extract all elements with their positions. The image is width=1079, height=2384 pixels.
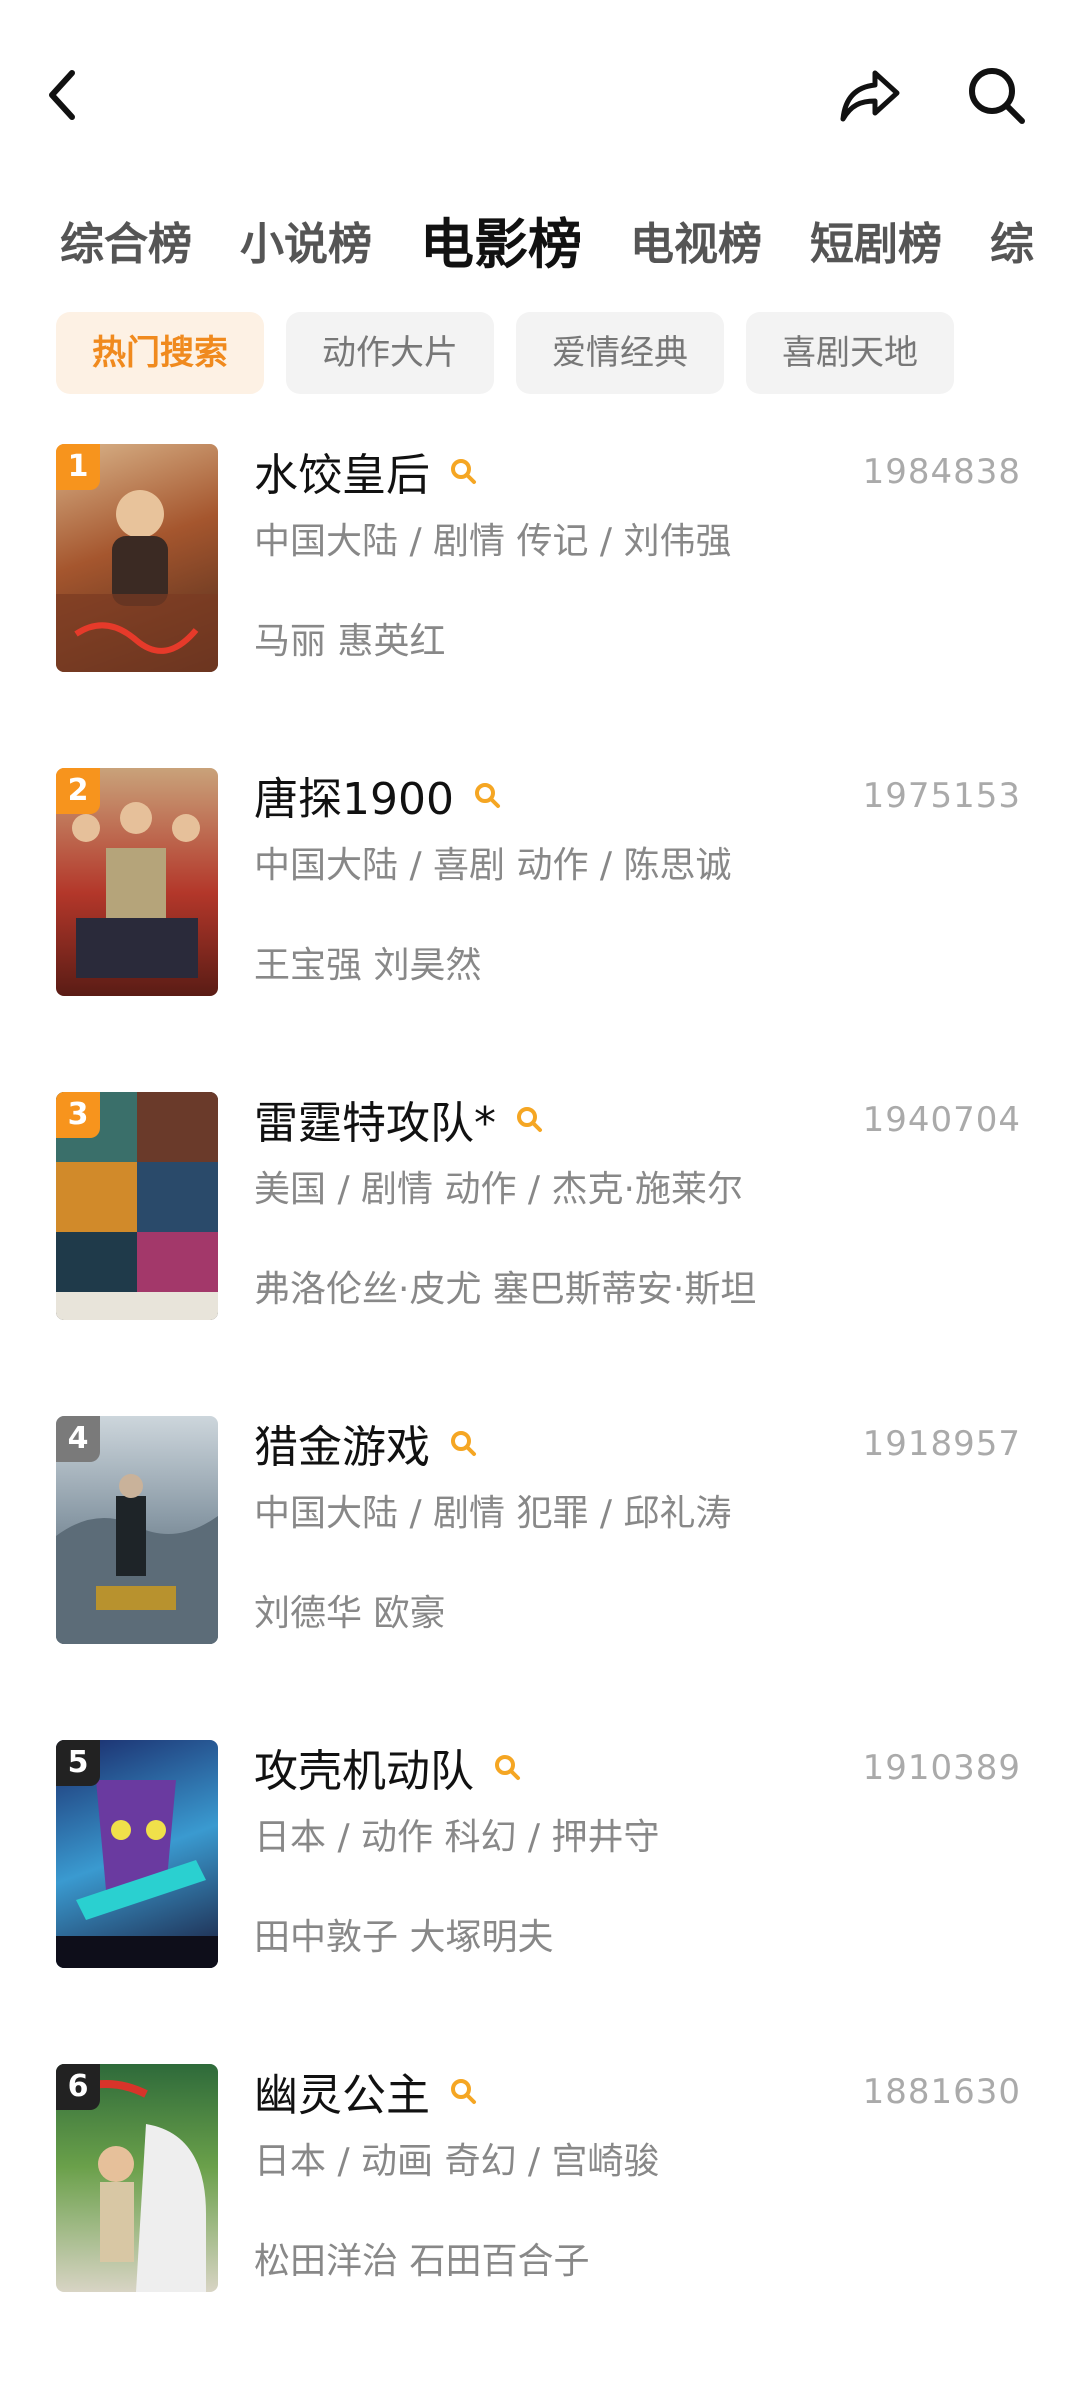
chevron-left-icon [49, 70, 75, 120]
rank-badge: 2 [56, 768, 100, 814]
movie-cast: 马丽 惠英红 [254, 621, 446, 662]
movie-cast: 弗洛伦丝·皮尤 塞巴斯蒂安·斯坦 [254, 1269, 757, 1310]
search-count: 1918957 [862, 1424, 1021, 1464]
share-arrow-icon [840, 70, 900, 122]
search-count: 1984838 [862, 452, 1021, 492]
share-button[interactable] [830, 55, 910, 135]
title-row: 水饺皇后 [254, 440, 478, 502]
movie-item[interactable]: 6 幽灵公主 1881630 日本 / 动画 奇幻 / 宫崎骏 松田洋治 石田百… [0, 2060, 1079, 2384]
movie-list: 1 水饺皇后 1984838 中国大陆 / 剧情 传记 / 刘伟强 马丽 惠英红… [0, 440, 1079, 2384]
search-icon [969, 68, 1025, 124]
movie-meta: 美国 / 剧情 动作 / 杰克·施莱尔 [254, 1169, 743, 1210]
rank-badge: 5 [56, 1740, 100, 1786]
rank-badge: 6 [56, 2064, 100, 2110]
chip-action[interactable]: 动作大片 [286, 312, 494, 394]
rank-badge: 4 [56, 1416, 100, 1462]
title-row: 幽灵公主 [254, 2060, 478, 2122]
search-badge-icon [495, 1755, 520, 1780]
movie-poster[interactable]: 6 [56, 2064, 218, 2292]
tab-variety[interactable]: 综 [990, 205, 1034, 285]
tab-movie[interactable]: 电影榜 [420, 205, 582, 285]
movie-meta: 中国大陆 / 喜剧 动作 / 陈思诚 [254, 845, 732, 886]
chip-romance[interactable]: 爱情经典 [516, 312, 724, 394]
movie-cast: 刘德华 欧豪 [254, 1593, 446, 1634]
title-row: 雷霆特攻队* [254, 1088, 544, 1150]
tab-novel[interactable]: 小说榜 [240, 205, 372, 285]
tab-tv[interactable]: 电视榜 [630, 205, 762, 285]
movie-title[interactable]: 攻壳机动队 [254, 1735, 474, 1799]
search-count: 1940704 [862, 1100, 1021, 1140]
tab-overall[interactable]: 综合榜 [60, 205, 192, 285]
movie-cast: 松田洋治 石田百合子 [254, 2241, 590, 2282]
movie-item[interactable]: 5 攻壳机动队 1910389 日本 / 动作 科幻 / 押井守 田中敦子 大塚… [0, 1736, 1079, 2060]
movie-title[interactable]: 唐探1900 [254, 763, 454, 827]
rank-badge: 3 [56, 1092, 100, 1138]
movie-poster[interactable]: 4 [56, 1416, 218, 1644]
movie-meta: 日本 / 动画 奇幻 / 宫崎骏 [254, 2141, 660, 2182]
movie-title[interactable]: 雷霆特攻队* [254, 1087, 496, 1151]
search-count: 1975153 [862, 776, 1021, 816]
search-badge-icon [517, 1107, 542, 1132]
movie-item[interactable]: 1 水饺皇后 1984838 中国大陆 / 剧情 传记 / 刘伟强 马丽 惠英红 [0, 440, 1079, 764]
movie-item[interactable]: 4 猎金游戏 1918957 中国大陆 / 剧情 犯罪 / 邱礼涛 刘德华 欧豪 [0, 1412, 1079, 1736]
movie-poster[interactable]: 2 [56, 768, 218, 996]
title-row: 猎金游戏 [254, 1412, 478, 1474]
movie-poster[interactable]: 3 [56, 1092, 218, 1320]
search-count: 1881630 [862, 2072, 1021, 2112]
movie-cast: 王宝强 刘昊然 [254, 945, 482, 986]
movie-meta: 中国大陆 / 剧情 传记 / 刘伟强 [254, 521, 732, 562]
chip-comedy[interactable]: 喜剧天地 [746, 312, 954, 394]
title-row: 攻壳机动队 [254, 1736, 522, 1798]
chip-hot-search[interactable]: 热门搜索 [56, 312, 264, 394]
title-row: 唐探1900 [254, 764, 502, 826]
tab-short-drama[interactable]: 短剧榜 [810, 205, 942, 285]
movie-title[interactable]: 猎金游戏 [254, 1411, 430, 1475]
movie-meta: 日本 / 动作 科幻 / 押井守 [254, 1817, 660, 1858]
movie-title[interactable]: 水饺皇后 [254, 439, 430, 503]
search-badge-icon [451, 1431, 476, 1456]
movie-meta: 中国大陆 / 剧情 犯罪 / 邱礼涛 [254, 1493, 732, 1534]
top-bar [0, 0, 1079, 190]
movie-poster[interactable]: 1 [56, 444, 218, 672]
search-badge-icon [451, 2079, 476, 2104]
movie-item[interactable]: 2 唐探1900 1975153 中国大陆 / 喜剧 动作 / 陈思诚 王宝强 … [0, 764, 1079, 1088]
search-badge-icon [474, 783, 500, 808]
movie-poster[interactable]: 5 [56, 1740, 218, 1968]
ranking-tabs: 综合榜 小说榜 电影榜 电视榜 短剧榜综 [60, 205, 1040, 285]
movie-title[interactable]: 幽灵公主 [254, 2059, 430, 2123]
rank-badge: 1 [56, 444, 100, 490]
search-button[interactable] [956, 55, 1036, 135]
movie-cast: 田中敦子 大塚明夫 [254, 1917, 554, 1958]
search-badge-icon [451, 459, 476, 484]
movie-item[interactable]: 3 雷霆特攻队* 1940704 美国 / 剧情 动作 / 杰克·施莱尔 弗洛伦… [0, 1088, 1079, 1412]
back-button[interactable] [22, 55, 102, 135]
search-count: 1910389 [862, 1748, 1021, 1788]
filter-chips: 热门搜索 动作大片 爱情经典 喜剧天地 [56, 312, 976, 394]
